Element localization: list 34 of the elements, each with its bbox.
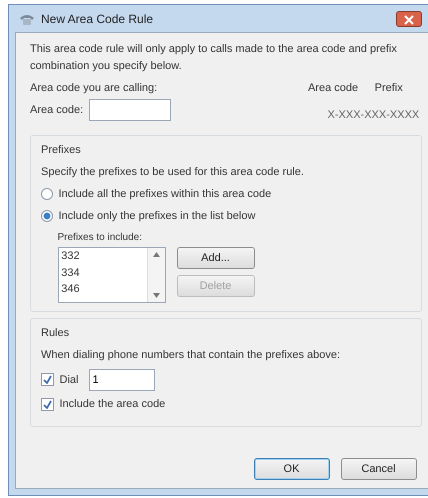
field-label: Area code you are calling: — [30, 80, 158, 96]
close-button[interactable] — [396, 10, 422, 26]
window-title: New Area Code Rule — [41, 10, 154, 28]
column-label: Prefix — [374, 80, 403, 96]
group-title: Prefixes — [41, 142, 82, 158]
description-text: This area code rule will only apply to calls made to the area code and prefix combination you specify below. — [30, 42, 398, 74]
list-label: Prefixes to include: — [58, 230, 143, 244]
field-label: Area code: — [30, 102, 84, 118]
instruction-text: Specify the prefixes to be used for this area code rule. — [41, 164, 305, 180]
checkbox-label: Dial — [60, 372, 78, 388]
number-format: X-XXX-XXX-XXXX — [328, 108, 420, 123]
close-icon — [404, 14, 414, 24]
list-item[interactable]: 334 — [61, 264, 146, 282]
scroll-up-icon[interactable] — [152, 252, 160, 258]
column-label: Area code — [308, 80, 358, 96]
list-item[interactable]: 332 — [61, 248, 146, 265]
radio-label: Include all the prefixes within this area code — [58, 186, 272, 202]
list-button[interactable]: Add... — [176, 247, 254, 270]
prefix-list[interactable]: 332 334 346 — [58, 247, 166, 304]
checkbox-label: Include the area code — [60, 397, 166, 412]
checkbox[interactable] — [41, 398, 54, 411]
dial-field[interactable]: 1 — [89, 368, 156, 391]
group-title: Rules — [41, 326, 70, 341]
radio-button[interactable] — [41, 188, 53, 200]
area-code-field[interactable] — [88, 98, 171, 121]
radio-label: Include only the prefixes in the list below — [58, 208, 256, 224]
checkbox[interactable] — [41, 373, 54, 386]
scroll-down-icon[interactable] — [152, 293, 160, 298]
list-item[interactable]: 346 — [61, 281, 146, 298]
instruction-text: When dialing phone numbers that contain the prefixes above: — [41, 348, 342, 363]
radio-button[interactable] — [41, 210, 53, 222]
dialog-button[interactable]: Cancel — [340, 458, 416, 480]
scroll-bar[interactable] — [146, 248, 164, 302]
dialog-button[interactable]: OK — [254, 458, 330, 480]
